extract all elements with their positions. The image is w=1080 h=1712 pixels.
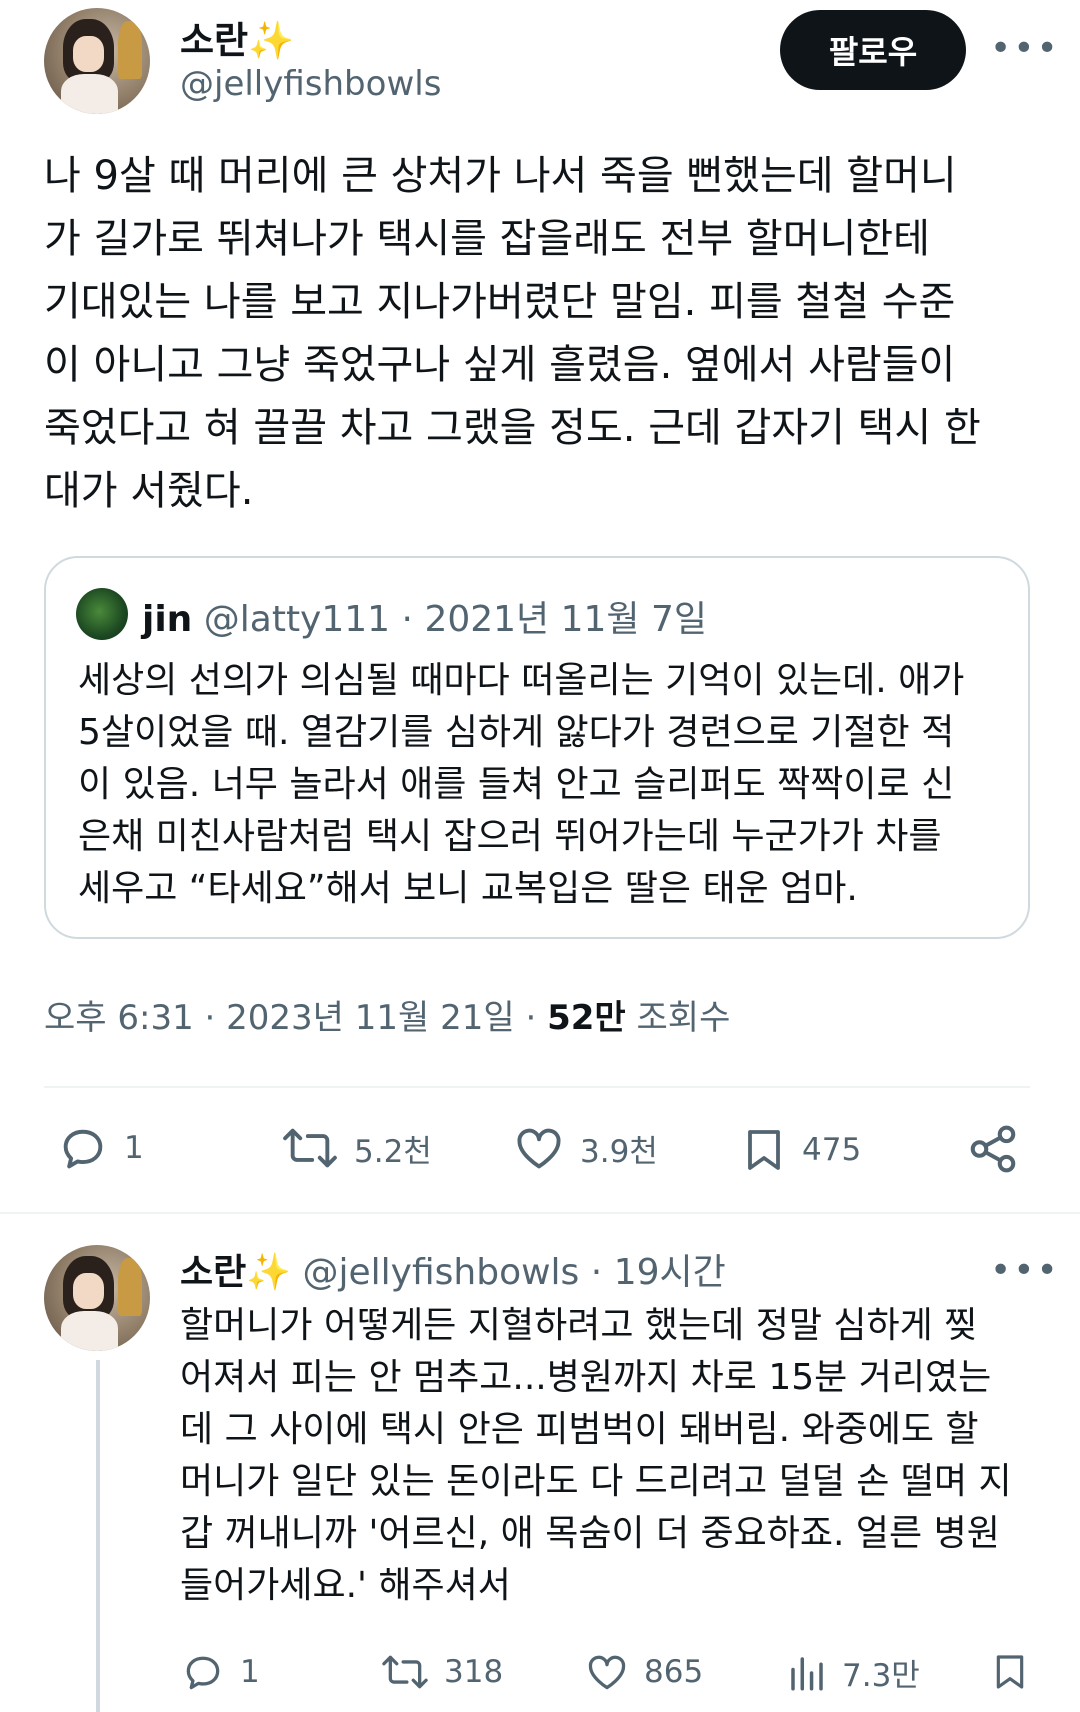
reply-separator: ·	[590, 1252, 603, 1293]
reply-bookmark-button[interactable]	[990, 1648, 1044, 1696]
bookmark-icon	[996, 1655, 1024, 1689]
tweet-line: 대가 서줬다.	[44, 468, 254, 514]
thread-connector	[96, 1360, 100, 1712]
reply-line: 갑 꺼내니까 '어르신, 애 목숨이 더 중요하죠. 얼른 병원	[180, 1513, 1000, 1554]
bookmark-count: 475	[802, 1132, 862, 1168]
quote-author-name: jin	[142, 599, 193, 640]
reply-reply-button[interactable]: 1	[180, 1650, 260, 1694]
doll-dress	[60, 73, 119, 114]
more-options-icon[interactable]: •••	[990, 28, 1060, 69]
share-icon	[970, 1125, 1016, 1173]
doll-dress	[60, 1310, 119, 1351]
quote-date: 2021년 11월 7일	[424, 599, 708, 640]
author-avatar[interactable]	[44, 8, 150, 114]
quote-line: 세상의 선의가 의심될 때마다 떠올리는 기억이 있는데. 애가	[78, 660, 965, 701]
tweet-line: 이 아니고 그냥 죽었구나 싶게 흘렸음. 옆에서 사람들이	[44, 342, 956, 388]
retweet-count: 5.2천	[354, 1133, 432, 1170]
tweet-line: 기대있는 나를 보고 지나가버렸단 말임. 피를 철철 수준	[44, 279, 956, 325]
quote-author-avatar	[76, 588, 128, 640]
tweet-line: 죽었다고 혀 끌끌 차고 그랬을 정도. 근데 갑자기 택시 한	[44, 405, 981, 451]
reply-views-button[interactable]: 7.3만	[786, 1650, 920, 1695]
reply-header: 소란✨ @jellyfishbowls · 19시간	[180, 1243, 726, 1295]
reply-author-name[interactable]: 소란	[180, 1252, 246, 1293]
follow-button[interactable]: 팔로우	[780, 10, 966, 90]
divider	[44, 1086, 1030, 1088]
reply-age[interactable]: 19시간	[614, 1252, 726, 1293]
meta-separator: ·	[525, 998, 537, 1038]
views-count: 52만	[547, 998, 626, 1038]
doll-face	[72, 1272, 105, 1309]
reply-count: 1	[124, 1130, 144, 1166]
tweet-line: 나 9살 때 머리에 큰 상처가 나서 죽을 뻔했는데 할머니	[44, 153, 957, 199]
quote-line: 세우고 “타세요”해서 보니 교복입은 딸은 태운 엄마.	[78, 868, 858, 909]
meta-separator: ·	[204, 998, 216, 1038]
reply-line: 할머니가 어떻게든 지혈하려고 했는데 정말 심하게 찢	[180, 1305, 978, 1346]
retweet-icon	[382, 1655, 428, 1689]
reply-reply-count: 1	[240, 1654, 260, 1690]
tweet-text: 나 9살 때 머리에 큰 상처가 나서 죽을 뻔했는데 할머니 가 길가로 뛰쳐…	[44, 145, 1044, 523]
retweet-button[interactable]: 5.2천	[280, 1122, 432, 1174]
reply-icon	[186, 1656, 220, 1690]
retweet-icon	[283, 1128, 337, 1168]
reply-line: 머니가 일단 있는 돈이라도 다 드리려고 덜덜 손 떨며 지	[180, 1461, 1012, 1502]
heart-icon	[588, 1655, 626, 1690]
author-display-name[interactable]: 소란✨	[180, 10, 294, 64]
analytics-icon	[791, 1656, 823, 1690]
clock-decoration	[118, 1257, 142, 1317]
reply-author-handle[interactable]: @jellyfishbowls	[303, 1252, 580, 1293]
quote-line: 이 있음. 너무 놀라서 애를 들쳐 안고 슬리퍼도 짝짝이로 신	[78, 764, 955, 805]
sparkle-icon: ✨	[246, 1252, 292, 1293]
reply-retweet-count: 318	[444, 1654, 504, 1690]
sparkle-icon: ✨	[248, 19, 295, 62]
reply-button[interactable]: 1	[56, 1122, 144, 1174]
quote-separator: ·	[401, 599, 413, 640]
tweet-meta: 오후 6:31 · 2023년 11월 21일 · 52만 조회수	[44, 990, 730, 1039]
quoted-tweet-card[interactable]: jin @latty111 · 2021년 11월 7일 세상의 선의가 의심될…	[44, 556, 1030, 939]
share-button[interactable]	[966, 1122, 1034, 1176]
quote-author-handle: @latty111	[203, 599, 391, 640]
like-count: 3.9천	[580, 1133, 658, 1170]
reply-more-options-icon[interactable]: •••	[990, 1250, 1060, 1291]
tweet-date[interactable]: 2023년 11월 21일	[226, 998, 515, 1038]
quote-text: 세상의 선의가 의심될 때마다 떠올리는 기억이 있는데. 애가 5살이었을 때…	[78, 655, 1018, 915]
quote-line: 은채 미친사람처럼 택시 잡으러 뛰어가는데 누군가가 차를	[78, 816, 942, 857]
author-name-text: 소란	[180, 19, 249, 62]
tweet-time[interactable]: 오후 6:31	[44, 998, 194, 1038]
reply-line: 어져서 피는 안 멈추고...병원까지 차로 15분 거리였는	[180, 1357, 992, 1398]
reply-like-button[interactable]: 865	[584, 1650, 703, 1694]
bookmark-button[interactable]: 475	[740, 1122, 861, 1178]
author-handle[interactable]: @jellyfishbowls	[180, 64, 441, 104]
quote-header: jin @latty111 · 2021년 11월 7일	[142, 590, 707, 642]
like-button[interactable]: 3.9천	[512, 1122, 658, 1174]
quote-line: 5살이었을 때. 열감기를 심하게 앓다가 경련으로 기절한 적	[78, 712, 955, 753]
reply-author-avatar[interactable]	[44, 1245, 150, 1351]
reply-views-count: 7.3만	[842, 1658, 920, 1694]
reply-text: 할머니가 어떻게든 지혈하려고 했는데 정말 심하게 찢 어져서 피는 안 멈추…	[180, 1300, 1060, 1612]
bookmark-icon	[748, 1130, 780, 1170]
reply-line: 데 그 사이에 택시 안은 피범벅이 돼버림. 와중에도 할	[180, 1409, 979, 1450]
reply-line: 들어가세요.' 해주셔서	[180, 1565, 511, 1606]
tweet-line: 가 길가로 뛰쳐나가 택시를 잡을래도 전부 할머니한테	[44, 216, 930, 262]
divider	[0, 1212, 1080, 1214]
heart-icon	[517, 1128, 561, 1169]
doll-face	[72, 35, 105, 72]
reply-like-count: 865	[644, 1654, 704, 1690]
views-label: 조회수	[636, 998, 731, 1038]
reply-retweet-button[interactable]: 318	[380, 1650, 503, 1694]
reply-icon	[63, 1129, 103, 1169]
clock-decoration	[118, 20, 142, 80]
